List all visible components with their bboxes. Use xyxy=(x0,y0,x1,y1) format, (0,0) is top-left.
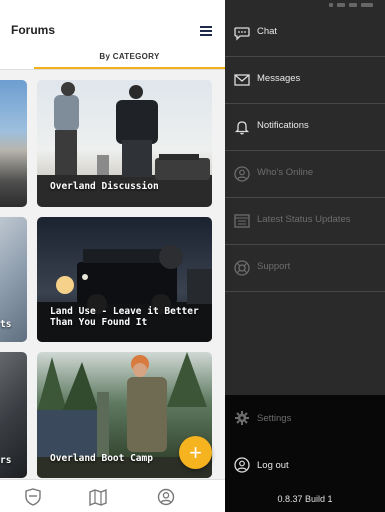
shield-icon[interactable] xyxy=(24,488,42,506)
list-icon xyxy=(234,214,250,228)
card-label: rs xyxy=(0,455,12,466)
card-label: Overland Boot Camp xyxy=(50,453,153,464)
bottom-navigation xyxy=(0,479,225,512)
drawer-item-notifications[interactable]: Notifications xyxy=(225,104,385,151)
chat-icon xyxy=(234,27,250,41)
envelope-icon xyxy=(234,74,250,86)
drawer-item-whos-online[interactable]: Who's Online xyxy=(225,151,385,198)
category-card-left-3[interactable]: rs xyxy=(0,352,27,478)
lifebuoy-icon xyxy=(234,260,250,276)
drawer-item-label: Settings xyxy=(257,413,292,424)
hamburger-menu-icon[interactable] xyxy=(200,26,212,36)
drawer-item-support[interactable]: Support xyxy=(225,245,385,292)
category-card-overland-discussion[interactable]: Overland Discussion xyxy=(37,80,212,207)
drawer-item-latest-status-updates[interactable]: Latest Status Updates xyxy=(225,198,385,245)
drawer-item-label: Latest Status Updates xyxy=(257,214,351,225)
forums-panel: Forums By CATEGORY ts rs Overland Discus… xyxy=(0,0,225,512)
add-fab-button[interactable]: + xyxy=(179,436,212,469)
drawer-item-label: Chat xyxy=(257,26,278,37)
tab-by-category[interactable]: By CATEGORY xyxy=(34,45,225,69)
map-icon[interactable] xyxy=(89,488,107,506)
drawer-item-chat[interactable]: Chat xyxy=(225,10,385,57)
category-card-left-1[interactable] xyxy=(0,80,27,207)
drawer-item-logout[interactable]: Log out xyxy=(225,453,385,477)
bell-icon xyxy=(234,121,250,135)
drawer-item-settings[interactable]: Settings xyxy=(225,406,385,430)
drawer-item-messages[interactable]: Messages xyxy=(225,57,385,104)
drawer-item-label: Notifications xyxy=(257,120,309,131)
drawer-item-label: Who's Online xyxy=(257,167,314,178)
app-version: 0.8.37 Build 1 xyxy=(277,494,333,504)
tab-bar: By CATEGORY xyxy=(0,45,225,70)
user-circle-icon xyxy=(234,166,250,182)
card-label: Land Use - Leave it Better Than You Foun… xyxy=(50,306,199,328)
category-card-left-2[interactable]: ts xyxy=(0,217,27,342)
gear-icon xyxy=(235,411,249,425)
user-circle-icon xyxy=(234,457,250,473)
card-label: ts xyxy=(0,319,12,330)
drawer-item-label: Messages xyxy=(257,73,301,84)
drawer-item-label: Log out xyxy=(257,460,289,471)
drawer-item-label: Support xyxy=(257,261,291,272)
profile-icon[interactable] xyxy=(157,488,175,506)
page-title: Forums xyxy=(11,23,56,37)
status-bar xyxy=(225,0,385,9)
top-app-bar: Forums xyxy=(0,0,225,45)
card-label: Overland Discussion xyxy=(50,181,159,192)
category-card-land-use[interactable]: Land Use - Leave it Better Than You Foun… xyxy=(37,217,212,342)
